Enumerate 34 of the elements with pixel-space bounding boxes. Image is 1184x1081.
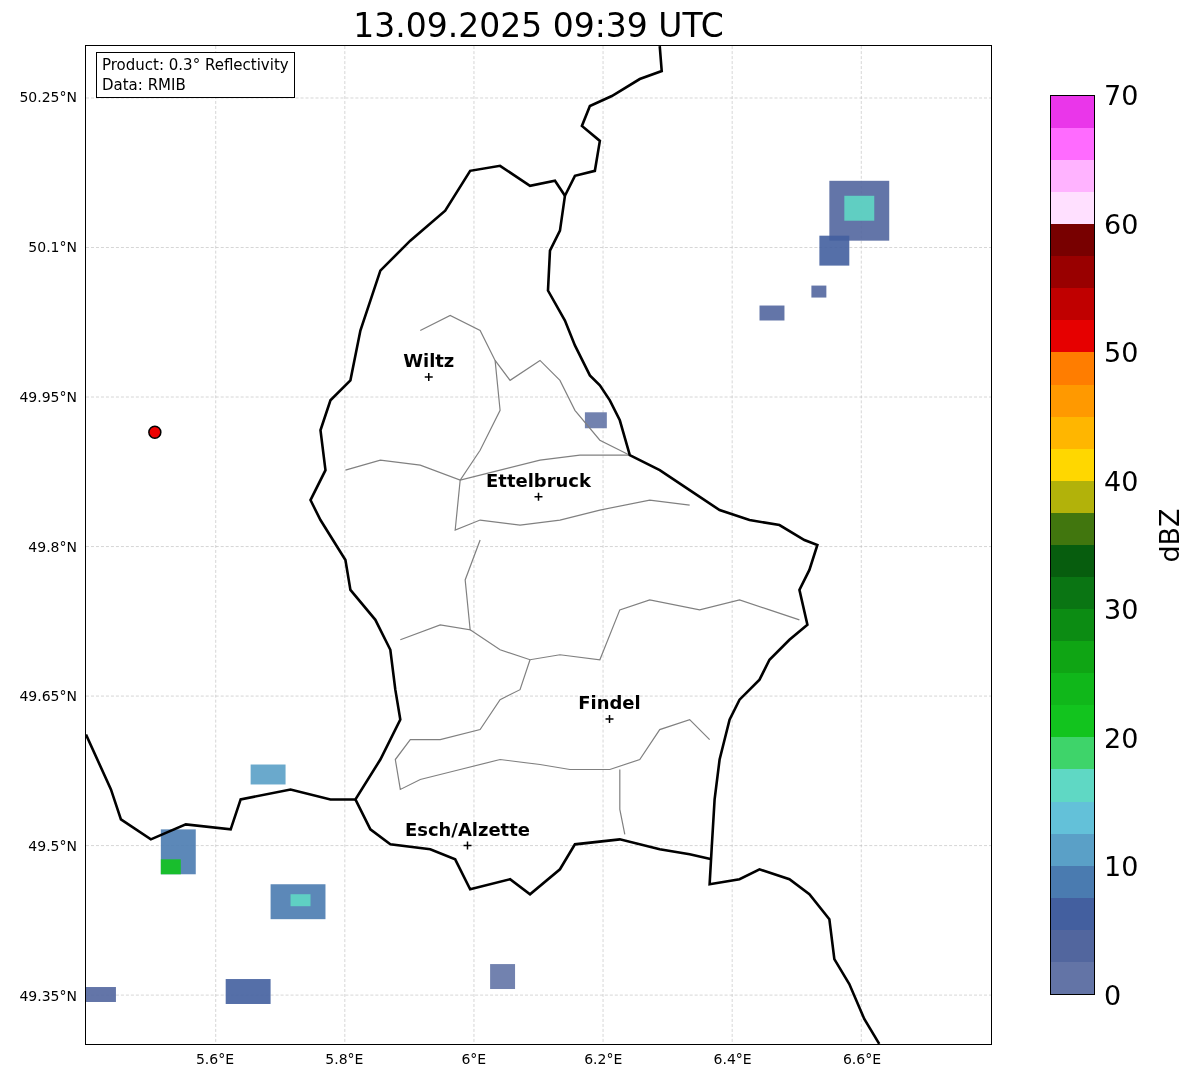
colorbar-tick-label: 70 [1104,81,1139,109]
info-text: Data: RMIB [102,75,187,95]
colorbar-tick-label: 20 [1104,724,1139,752]
city-marker [424,372,434,382]
latitude-label: 49.65°N [19,688,77,705]
city-label: Ettelbruck [486,469,591,491]
colorbar-tick-label: 40 [1104,467,1139,495]
longitude-label: 6.6°E [842,1051,882,1067]
radar-site-marker [148,425,162,439]
city-marker [533,491,544,502]
colorbar-label: dBZ [1153,508,1184,563]
longitude-label: 6.2°E [584,1051,623,1067]
info-text: Product: 0.3° Reflectivity [102,55,289,75]
colorbar-tick-label: 10 [1104,852,1139,880]
city-marker [462,840,473,851]
chart-title: 13.09.2025 09:39 UTC [352,5,725,45]
longitude-label: 5.6°E [195,1051,235,1067]
city-label: Wiltz [403,350,455,372]
longitude-label: 5.8°E [325,1051,364,1067]
colorbar-tick-label: 60 [1104,210,1139,238]
city-label: Findel [578,692,641,713]
colorbar-tick-label: 50 [1104,338,1139,366]
longitude-label: 6.4°E [713,1051,752,1067]
colorbar-tick-label: 0 [1104,981,1122,1009]
colorbar-tick-label: 30 [1104,595,1139,623]
city-marker [604,714,615,724]
longitude-label: 6°E [461,1051,487,1067]
latitude-label: 49.35°N [19,988,77,1005]
latitude-label: 49.5°N [28,838,77,855]
city-label: Esch/Alzette [405,818,530,840]
latitude-label: 50.1°N [28,238,77,255]
latitude-label: 49.95°N [19,388,77,405]
latitude-label: 50.25°N [19,89,77,105]
latitude-label: 49.8°N [28,538,77,555]
